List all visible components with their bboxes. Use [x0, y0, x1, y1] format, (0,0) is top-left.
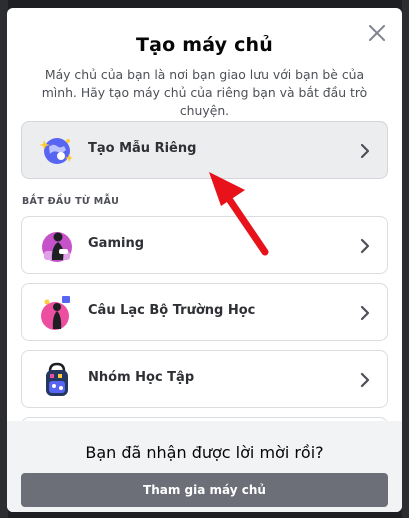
- join-server-button[interactable]: Tham gia máy chủ: [21, 473, 388, 507]
- school-club-icon: [41, 296, 70, 330]
- modal-title: Tạo máy chủ: [136, 34, 273, 56]
- templates-section-label: BẮT ĐẦU TỪ MẪU: [22, 196, 120, 207]
- globe-icon: [39, 138, 73, 164]
- template-label-school-club: Câu Lạc Bộ Trường Học: [88, 303, 256, 318]
- study-group-icon: [46, 362, 68, 396]
- create-server-modal: Tạo máy chủ Máy chủ của bạn là nơi bạn g…: [7, 8, 402, 512]
- backdrop-right: [402, 0, 409, 518]
- invite-prompt: Bạn đã nhận được lời mời rồi?: [85, 443, 324, 462]
- annotation-arrow-icon: [209, 172, 269, 256]
- create-own-template-label: Tạo Mẫu Riêng: [88, 141, 197, 156]
- chevron-right-icon: [360, 238, 370, 254]
- template-label-gaming: Gaming: [88, 236, 145, 251]
- template-card-study-group[interactable]: Nhóm Học Tập: [21, 350, 388, 408]
- modal-footer: Bạn đã nhận được lời mời rồi? Tham gia m…: [7, 421, 402, 512]
- template-label-study-group: Nhóm Học Tập: [88, 370, 195, 385]
- template-card-school-club[interactable]: Câu Lạc Bộ Trường Học: [21, 283, 388, 341]
- modal-subtitle: Máy chủ của bạn là nơi bạn giao lưu với …: [41, 67, 368, 118]
- gaming-icon: [42, 232, 72, 262]
- chevron-right-icon: [360, 305, 370, 321]
- chevron-right-icon: [360, 143, 370, 159]
- chevron-right-icon: [360, 372, 370, 388]
